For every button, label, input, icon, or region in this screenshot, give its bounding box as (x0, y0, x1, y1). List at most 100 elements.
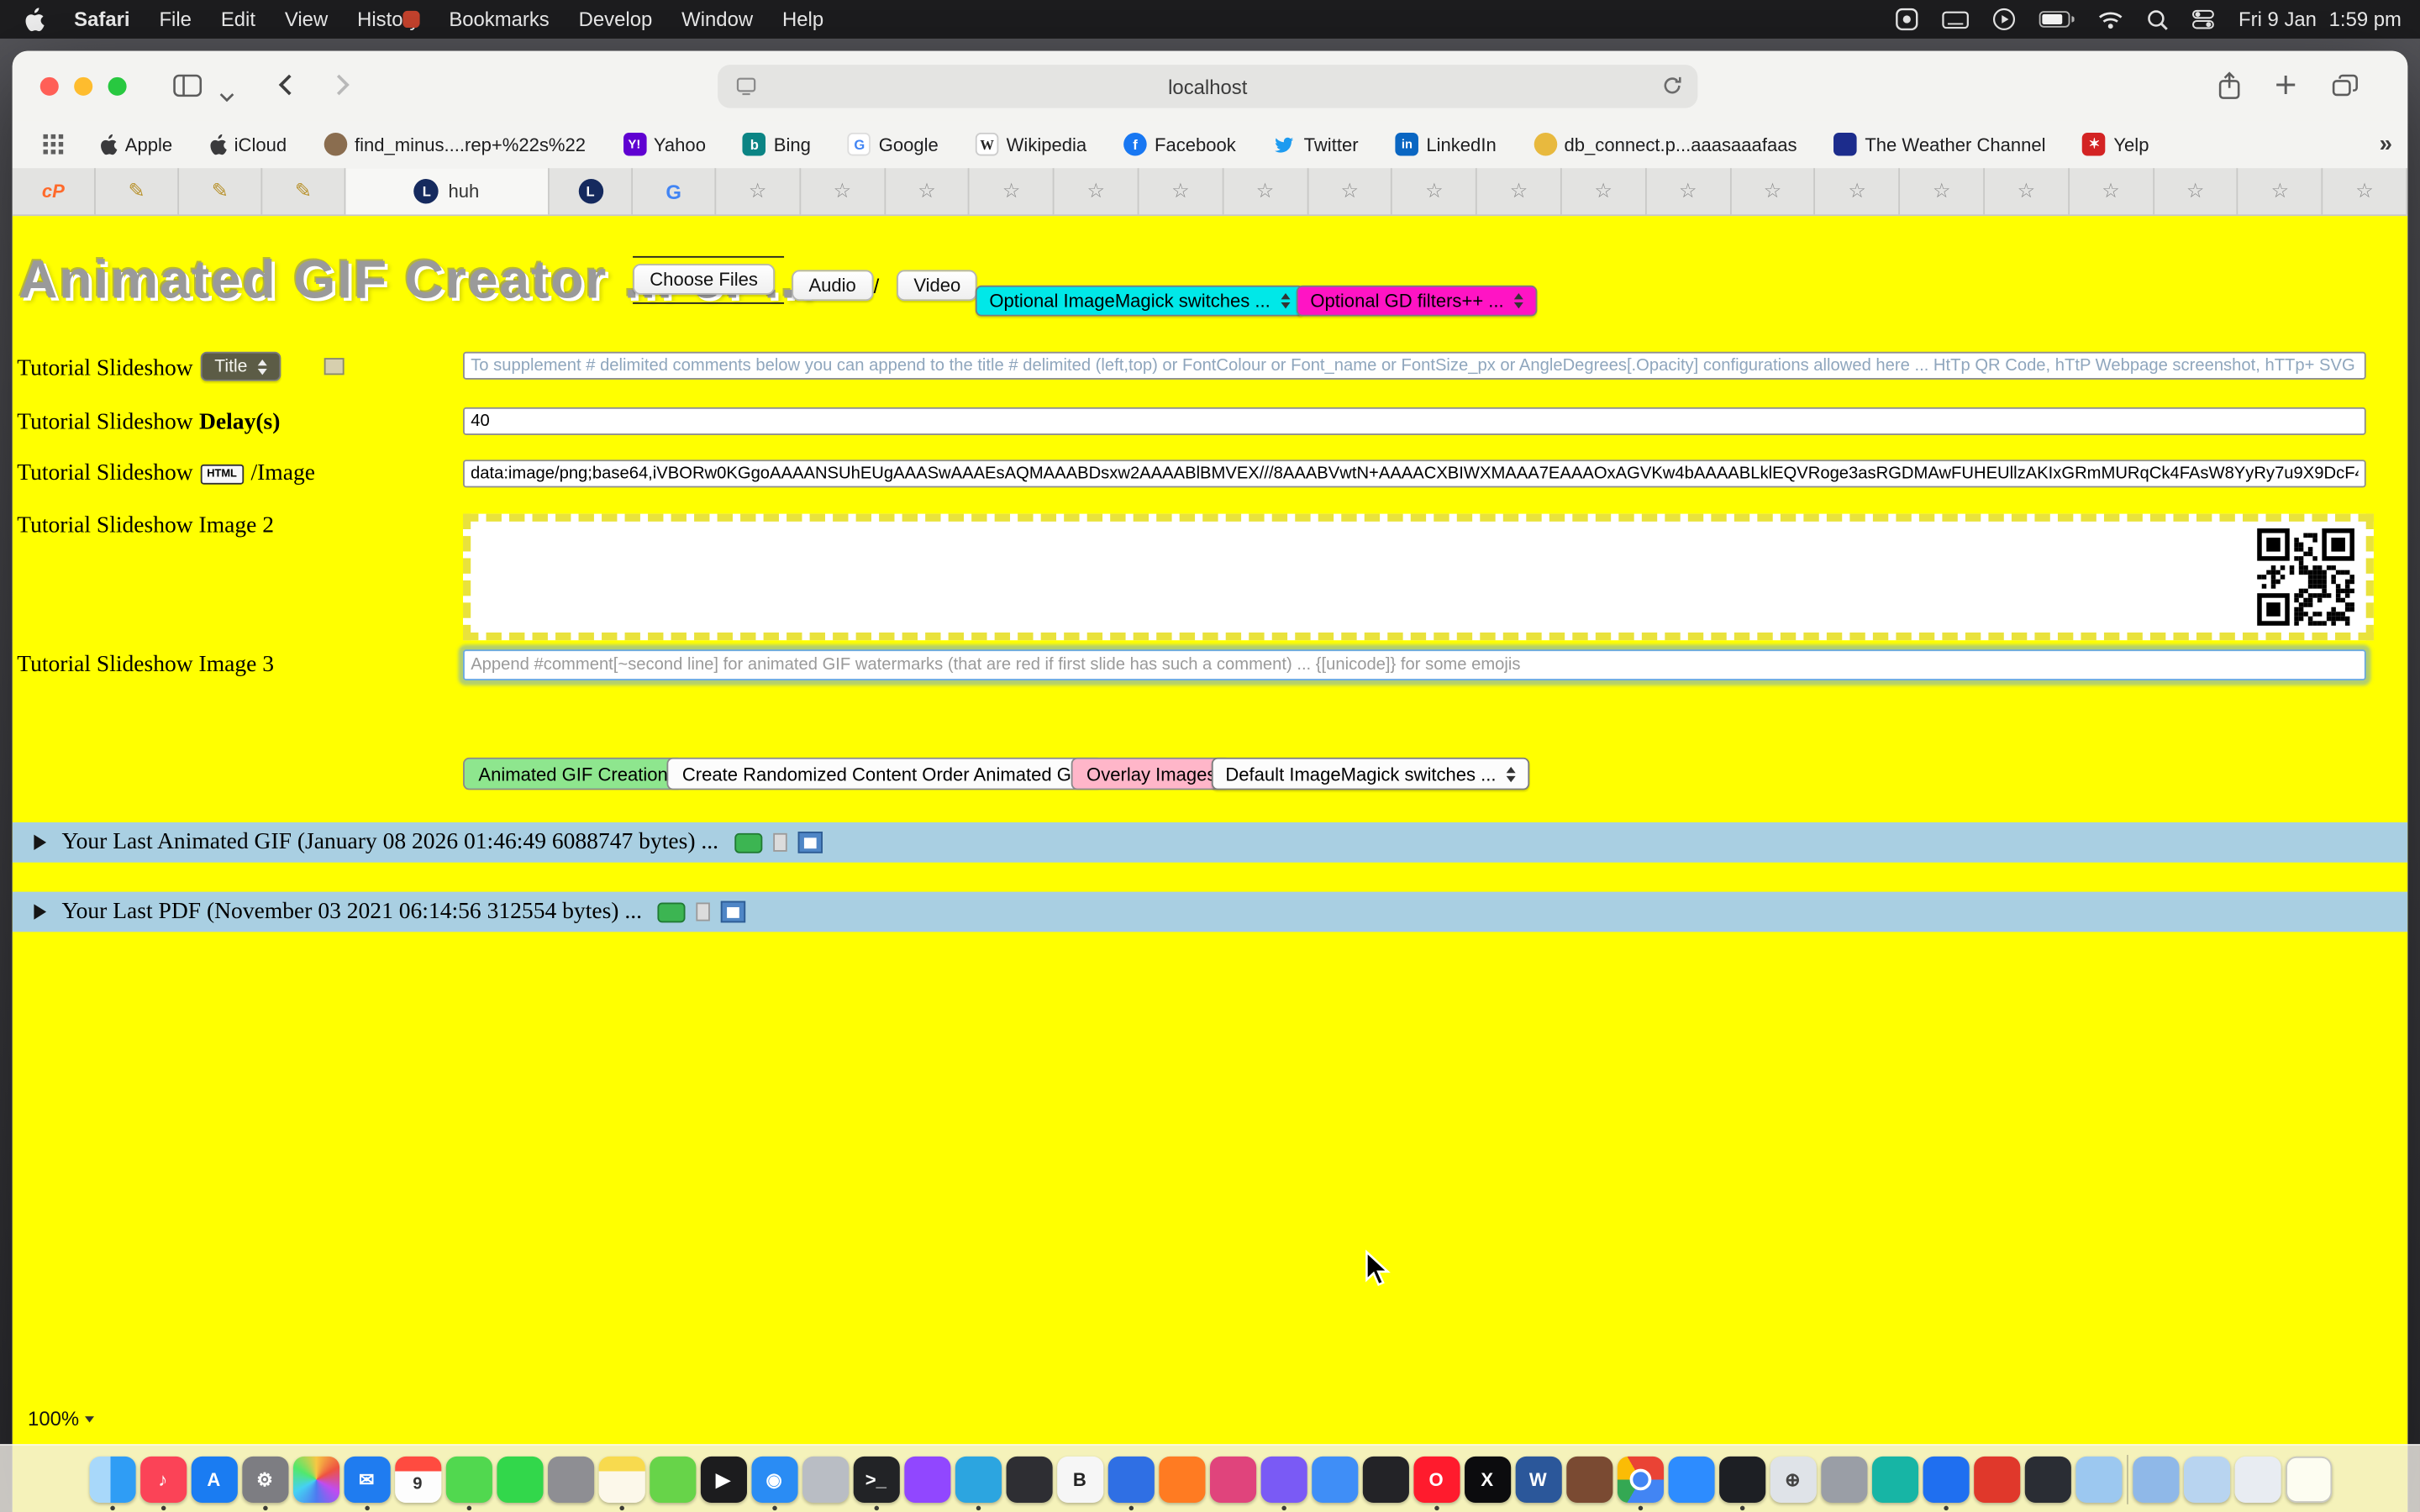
play-icon[interactable] (1993, 8, 2017, 31)
bookmark-facebook[interactable]: fFacebook (1123, 133, 1236, 156)
calendar-icon[interactable]: 9 (394, 1456, 440, 1502)
tab-overview-icon[interactable] (2332, 74, 2358, 105)
mail-icon[interactable]: ✉ (344, 1456, 390, 1502)
menu-item[interactable]: Develop (579, 8, 653, 31)
camera-icon[interactable] (547, 1456, 593, 1502)
last-pdf-details-bar[interactable]: Your Last PDF (November 03 2021 06:14:56… (13, 892, 2408, 932)
control-center-icon[interactable] (2192, 8, 2216, 31)
tab-empty-favorites[interactable]: ☆ (1731, 168, 1816, 214)
forward-button-icon[interactable] (336, 74, 350, 103)
title-checkbox[interactable] (324, 358, 345, 375)
app-teal-icon[interactable] (1871, 1456, 1918, 1502)
word-icon[interactable]: W (1515, 1456, 1561, 1502)
bookmarks-overflow-icon[interactable]: » (2380, 131, 2392, 157)
spotlight-icon[interactable] (2148, 8, 2170, 30)
app-orange-icon[interactable] (1158, 1456, 1204, 1502)
notes-icon[interactable] (598, 1456, 644, 1502)
bookmark-icloud[interactable]: iCloud (209, 134, 287, 155)
safari-icon[interactable]: ◉ (751, 1456, 797, 1502)
tab-google[interactable]: G (633, 168, 716, 214)
video-button[interactable]: Video (897, 270, 977, 301)
app-globe-icon[interactable]: ⊕ (1770, 1456, 1816, 1502)
menu-item[interactable]: Window (681, 8, 753, 31)
back-button-icon[interactable] (278, 74, 292, 103)
app-dark-2-icon[interactable] (1362, 1456, 1408, 1502)
share-icon[interactable] (2217, 71, 2241, 108)
tab-4[interactable]: ✎ (262, 168, 345, 214)
imagemagick-switches-select[interactable]: Optional ImageMagick switches ... (976, 286, 1304, 317)
new-tab-icon[interactable] (2275, 74, 2296, 103)
randomized-gif-button[interactable]: Create Randomized Content Order Animated… (666, 758, 1102, 790)
bookmark-db-connect[interactable]: db_connect.p...aaasaaafaas (1534, 133, 1797, 156)
app-blue-icon[interactable] (1107, 1456, 1154, 1502)
bookmark-twitter[interactable]: Twitter (1273, 133, 1359, 156)
bookmark-yelp[interactable]: ✶Yelp (2083, 133, 2149, 156)
tab-empty-favorites[interactable]: ☆ (1055, 168, 1139, 214)
app-store-icon[interactable]: A (191, 1456, 237, 1502)
apple-menu-icon[interactable] (24, 7, 45, 31)
wifi-icon[interactable] (2098, 10, 2124, 29)
tab-empty-favorites[interactable]: ☆ (801, 168, 886, 214)
app-blue-3-icon[interactable] (1923, 1456, 1969, 1502)
tab-empty-favorites[interactable]: ☆ (2154, 168, 2238, 214)
bookmark-yahoo[interactable]: Y!Yahoo (623, 133, 706, 156)
tv-icon[interactable]: ▶ (700, 1456, 746, 1502)
overlay-images-button[interactable]: Overlay Images (1071, 758, 1232, 790)
documents-folder-icon[interactable] (2183, 1456, 2229, 1502)
messages-icon[interactable] (445, 1456, 492, 1502)
tab-empty-favorites[interactable]: ☆ (2323, 168, 2408, 214)
finder-icon[interactable] (89, 1456, 135, 1502)
trash-icon[interactable] (2285, 1456, 2331, 1502)
sidebar-toggle-icon[interactable] (173, 74, 203, 105)
chevron-down-icon[interactable] (219, 81, 234, 109)
tab-empty-favorites[interactable]: ☆ (1308, 168, 1393, 214)
system-settings-icon[interactable]: ⚙ (241, 1456, 287, 1502)
gd-filters-select[interactable]: Optional GD filters++ ... (1297, 286, 1538, 317)
tab-empty-favorites[interactable]: ☆ (1139, 168, 1223, 214)
disclosure-triangle-icon[interactable] (34, 904, 46, 919)
bookmark-find-minus[interactable]: find_minus....rep+%22s%22 (324, 133, 586, 156)
minimized-window-icon[interactable] (2234, 1456, 2281, 1502)
address-bar[interactable]: localhost (718, 65, 1697, 108)
app-red-icon[interactable] (1973, 1456, 2019, 1502)
close-button[interactable] (40, 77, 59, 96)
keyboard-icon[interactable] (1942, 10, 1970, 29)
tab-l[interactable]: L (550, 168, 633, 214)
facetime-icon[interactable] (497, 1456, 543, 1502)
app-b-icon[interactable]: B (1056, 1456, 1102, 1502)
reload-icon[interactable] (1662, 76, 1682, 100)
music-icon[interactable]: ♪ (139, 1456, 186, 1502)
tab-empty-favorites[interactable]: ☆ (1562, 168, 1647, 214)
app-lightblue-icon[interactable] (2075, 1456, 2121, 1502)
bookmark-bing[interactable]: bBing (743, 133, 811, 156)
tab-empty-favorites[interactable]: ☆ (2070, 168, 2154, 214)
telegram-icon[interactable] (955, 1456, 1001, 1502)
bookmark-google[interactable]: GGoogle (848, 133, 939, 156)
app-x-icon[interactable]: X (1464, 1456, 1510, 1502)
tab-huh-active[interactable]: Lhuh (345, 168, 549, 214)
audio-button[interactable]: Audio (792, 270, 873, 301)
app-brown-icon[interactable] (1565, 1456, 1612, 1502)
tab-empty-favorites[interactable]: ☆ (1816, 168, 1901, 214)
app-pink-icon[interactable] (1209, 1456, 1255, 1502)
podcasts-icon[interactable] (903, 1456, 950, 1502)
menu-extra-icon[interactable] (1896, 8, 1919, 31)
tab-empty-favorites[interactable]: ☆ (716, 168, 801, 214)
tab-empty-favorites[interactable]: ☆ (1477, 168, 1562, 214)
menu-item[interactable]: Bookmarks (449, 8, 549, 31)
dock-divider[interactable] (2126, 1454, 2128, 1504)
bookmark-weather-channel[interactable]: The Weather Channel (1834, 133, 2046, 156)
app-dark-3-icon[interactable] (1718, 1456, 1765, 1502)
zoom-icon[interactable] (1668, 1456, 1714, 1502)
downloads-folder-icon[interactable] (2132, 1456, 2178, 1502)
menu-item[interactable]: File (159, 8, 191, 31)
tab-empty-favorites[interactable]: ☆ (1900, 168, 1985, 214)
tab-empty-favorites[interactable]: ☆ (886, 168, 971, 214)
tab-empty-favorites[interactable]: ☆ (1985, 168, 2070, 214)
title-mode-select[interactable]: Title (201, 352, 281, 381)
bookmark-linkedin[interactable]: inLinkedIn (1396, 133, 1497, 156)
last-gif-details-bar[interactable]: Your Last Animated GIF (January 08 2026 … (13, 822, 2408, 863)
app-gray-icon[interactable] (802, 1456, 848, 1502)
zoom-indicator[interactable]: 100% (28, 1407, 94, 1431)
app-dark-icon[interactable] (1006, 1456, 1052, 1502)
